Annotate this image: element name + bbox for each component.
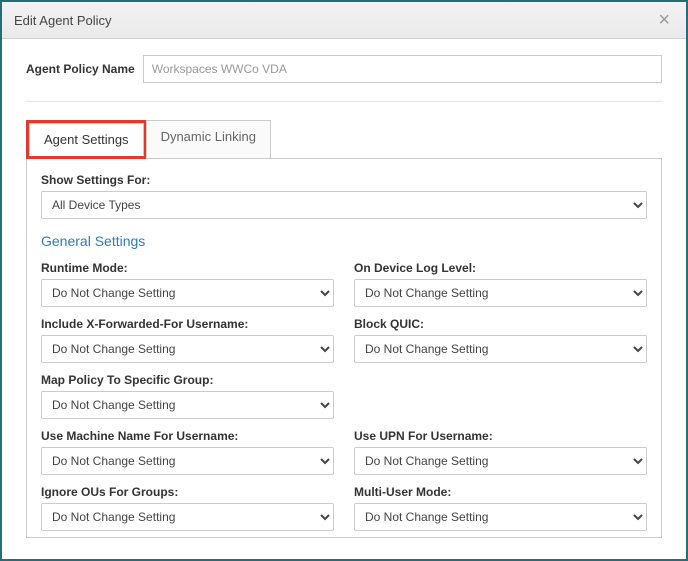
use-upn-select[interactable]: Do Not Change Setting (354, 447, 647, 475)
multi-user-mode-label: Multi-User Mode: (354, 485, 647, 499)
on-device-log-level-label: On Device Log Level: (354, 261, 647, 275)
use-upn-cell: Use UPN For Username: Do Not Change Sett… (354, 429, 647, 475)
empty-cell (354, 373, 647, 419)
multi-user-mode-select[interactable]: Do Not Change Setting (354, 503, 647, 531)
include-xff-select[interactable]: Do Not Change Setting (41, 335, 334, 363)
show-settings-for-row: Show Settings For: All Device Types (41, 173, 647, 219)
ignore-ous-label: Ignore OUs For Groups: (41, 485, 334, 499)
block-quic-label: Block QUIC: (354, 317, 647, 331)
dialog-title: Edit Agent Policy (14, 13, 112, 28)
use-upn-label: Use UPN For Username: (354, 429, 647, 443)
runtime-mode-select[interactable]: Do Not Change Setting (41, 279, 334, 307)
multi-user-mode-cell: Multi-User Mode: Do Not Change Setting (354, 485, 647, 531)
policy-name-input[interactable] (143, 55, 662, 83)
tabs: Agent Settings Dynamic Linking (26, 120, 662, 159)
runtime-mode-label: Runtime Mode: (41, 261, 334, 275)
tab-highlight: Agent Settings (26, 120, 146, 159)
use-machine-name-select[interactable]: Do Not Change Setting (41, 447, 334, 475)
dialog-body: Agent Policy Name Agent Settings Dynamic… (2, 39, 686, 559)
map-policy-group-label: Map Policy To Specific Group: (41, 373, 334, 387)
tab-dynamic-linking[interactable]: Dynamic Linking (146, 120, 271, 159)
policy-name-label: Agent Policy Name (26, 62, 135, 76)
policy-name-row: Agent Policy Name (26, 55, 662, 83)
settings-grid: Runtime Mode: Do Not Change Setting On D… (41, 261, 647, 538)
use-machine-name-cell: Use Machine Name For Username: Do Not Ch… (41, 429, 334, 475)
block-quic-cell: Block QUIC: Do Not Change Setting (354, 317, 647, 363)
dialog-header: Edit Agent Policy × (2, 2, 686, 39)
block-quic-select[interactable]: Do Not Change Setting (354, 335, 647, 363)
edit-agent-policy-dialog: Edit Agent Policy × Agent Policy Name Ag… (0, 0, 688, 561)
general-settings-heading: General Settings (41, 233, 647, 249)
show-settings-for-label: Show Settings For: (41, 173, 647, 187)
ignore-ous-cell: Ignore OUs For Groups: Do Not Change Set… (41, 485, 334, 531)
include-xff-label: Include X-Forwarded-For Username: (41, 317, 334, 331)
map-policy-group-select[interactable]: Do Not Change Setting (41, 391, 334, 419)
runtime-mode-cell: Runtime Mode: Do Not Change Setting (41, 261, 334, 307)
agent-settings-panel: Show Settings For: All Device Types Gene… (26, 158, 662, 538)
divider (26, 101, 662, 102)
map-policy-group-cell: Map Policy To Specific Group: Do Not Cha… (41, 373, 334, 419)
tab-agent-settings[interactable]: Agent Settings (29, 123, 144, 156)
use-machine-name-label: Use Machine Name For Username: (41, 429, 334, 443)
ignore-ous-select[interactable]: Do Not Change Setting (41, 503, 334, 531)
show-settings-for-select[interactable]: All Device Types (41, 191, 647, 219)
on-device-log-level-cell: On Device Log Level: Do Not Change Setti… (354, 261, 647, 307)
include-xff-cell: Include X-Forwarded-For Username: Do Not… (41, 317, 334, 363)
close-icon[interactable]: × (654, 10, 674, 30)
on-device-log-level-select[interactable]: Do Not Change Setting (354, 279, 647, 307)
